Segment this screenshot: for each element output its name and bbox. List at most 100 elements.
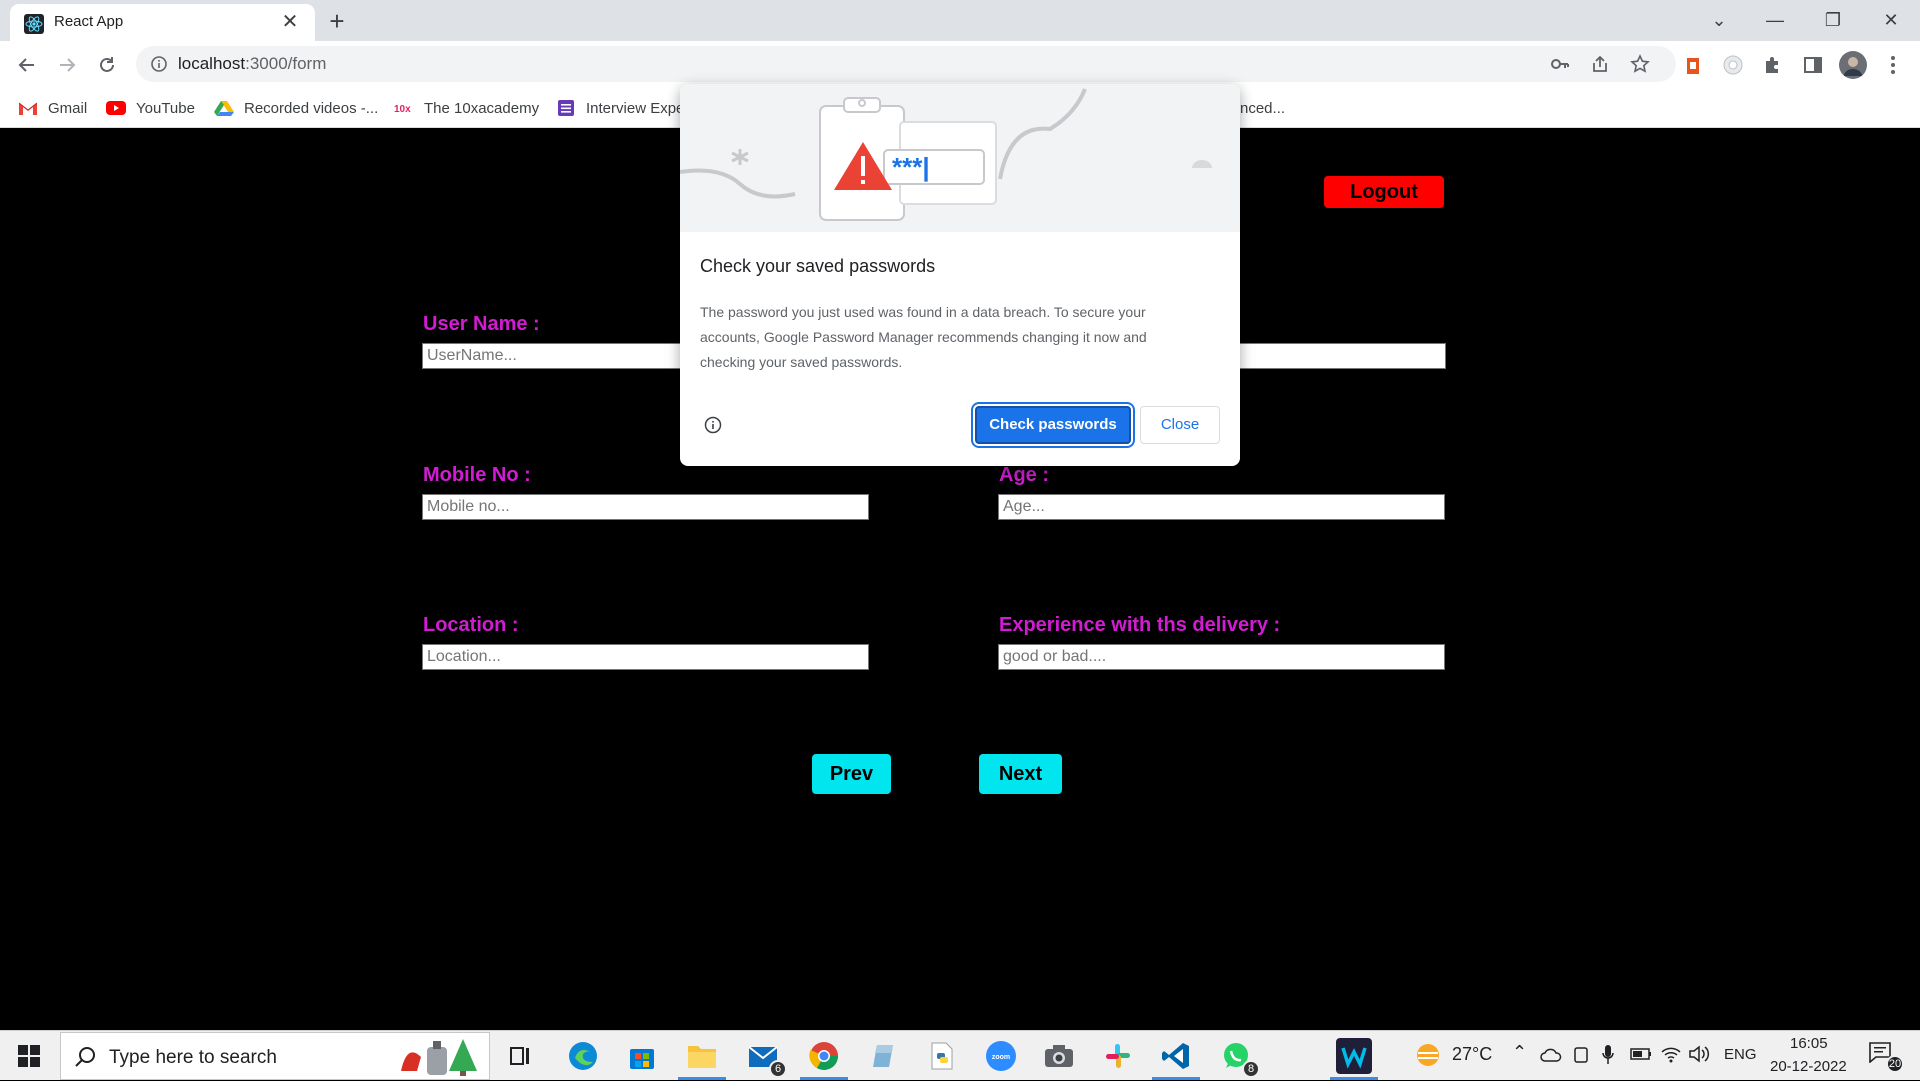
more-vert-icon xyxy=(1891,56,1895,74)
side-panel-button[interactable] xyxy=(1796,48,1830,82)
search-placeholder: Type here to search xyxy=(109,1047,277,1068)
bookmark-interview[interactable]: Interview Expe xyxy=(556,97,684,119)
extension-grey-button[interactable] xyxy=(1716,48,1750,82)
bookmark-label: Recorded videos -... xyxy=(244,99,379,117)
battery-icon[interactable] xyxy=(1630,1047,1652,1061)
clock-time[interactable]: 16:05 xyxy=(1790,1035,1828,1052)
profile-button[interactable] xyxy=(1836,48,1870,82)
python-file-button[interactable] xyxy=(924,1038,960,1074)
python-file-icon xyxy=(931,1042,953,1070)
url-text: localhost:3000/form xyxy=(178,54,326,74)
task-view-button[interactable] xyxy=(502,1038,538,1074)
reload-button[interactable] xyxy=(90,48,124,82)
extension-grey-icon xyxy=(1723,55,1743,75)
volume-icon[interactable] xyxy=(1688,1044,1710,1064)
prev-button[interactable]: Prev xyxy=(812,754,891,794)
logout-button[interactable]: Logout xyxy=(1324,176,1444,208)
vscode-button[interactable] xyxy=(1152,1038,1200,1080)
next-button[interactable]: Next xyxy=(979,754,1062,794)
reload-icon xyxy=(100,57,114,72)
close-window-button[interactable]: ✕ xyxy=(1868,4,1914,36)
chevron-up-icon[interactable]: ⌃ xyxy=(1512,1042,1527,1063)
tab-search-icon[interactable]: ⌄ xyxy=(1696,4,1742,36)
mobile-input[interactable] xyxy=(422,494,869,520)
folder-icon xyxy=(688,1046,716,1068)
bookmark-label: Gmail xyxy=(48,99,88,117)
search-icon xyxy=(75,1047,95,1067)
new-tab-button[interactable]: + xyxy=(322,6,352,36)
site-info-icon[interactable] xyxy=(150,55,168,73)
camera-button[interactable] xyxy=(1041,1038,1077,1074)
extensions-button[interactable] xyxy=(1756,48,1790,82)
back-button[interactable] xyxy=(10,48,44,82)
browser-toolbar: localhost:3000/form xyxy=(0,41,1920,89)
store-icon xyxy=(630,1049,654,1069)
key-icon[interactable] xyxy=(1550,55,1570,73)
edge-button[interactable] xyxy=(565,1038,601,1074)
zoom-icon: zoom xyxy=(986,1041,1016,1071)
file-explorer-button[interactable] xyxy=(678,1038,726,1080)
temperature[interactable]: 27°C xyxy=(1452,1044,1492,1065)
info-icon[interactable] xyxy=(704,416,722,434)
chrome-icon xyxy=(809,1042,838,1070)
bookmark-gmail[interactable]: Gmail xyxy=(18,97,87,119)
bookmark-recorded-videos[interactable]: Recorded videos -... xyxy=(214,97,378,119)
notification-center-button[interactable]: 20 xyxy=(1868,1041,1904,1073)
zoom-button[interactable]: zoom xyxy=(983,1038,1019,1074)
bookmark-label: nced... xyxy=(1240,99,1286,117)
chrome-button[interactable] xyxy=(800,1038,848,1080)
taskbar-search[interactable]: Type here to search xyxy=(60,1032,490,1080)
whatsapp-badge: 8 xyxy=(1242,1060,1260,1078)
forward-button[interactable] xyxy=(50,48,84,82)
webex-icon xyxy=(1341,1047,1367,1069)
bookmark-10xacademy[interactable]: 10x The 10xacademy xyxy=(394,97,539,119)
windows-icon xyxy=(18,1045,40,1067)
bookmark-advanced[interactable]: nced... xyxy=(1240,97,1285,119)
svg-text:10x: 10x xyxy=(394,104,411,115)
tab-strip: React App ✕ + ⌄ — ❐ ✕ xyxy=(0,0,1920,41)
bookmark-label: YouTube xyxy=(136,99,195,117)
whatsapp-button[interactable]: 8 xyxy=(1218,1038,1260,1078)
react-icon xyxy=(24,14,44,34)
language-indicator[interactable]: ENG xyxy=(1724,1046,1757,1063)
check-passwords-button[interactable]: Check passwords xyxy=(975,406,1131,444)
webex-button[interactable] xyxy=(1330,1038,1378,1080)
app-teal-button[interactable] xyxy=(864,1038,900,1074)
password-breach-dialog: ***| Check your saved passwords The pass… xyxy=(680,84,1240,466)
masked-password-text: ***| xyxy=(892,152,930,182)
slack-icon xyxy=(1106,1044,1130,1068)
onedrive-icon[interactable] xyxy=(1540,1047,1562,1063)
address-bar[interactable]: localhost:3000/form xyxy=(136,46,1676,82)
notification-badge: 20 xyxy=(1886,1055,1904,1073)
notepad-icon xyxy=(873,1045,893,1067)
start-button[interactable] xyxy=(0,1031,58,1081)
mail-button[interactable]: 6 xyxy=(745,1038,787,1078)
store-button[interactable] xyxy=(624,1038,660,1074)
close-dialog-button[interactable]: Close xyxy=(1140,406,1220,444)
menu-button[interactable] xyxy=(1876,48,1910,82)
minimize-button[interactable]: — xyxy=(1752,4,1798,36)
tab-close-icon[interactable]: ✕ xyxy=(278,10,302,34)
arrow-right-icon xyxy=(60,58,76,72)
location-label: Location : xyxy=(423,614,519,636)
wifi-icon[interactable] xyxy=(1660,1044,1682,1064)
extension-red-button[interactable] xyxy=(1676,48,1710,82)
avatar xyxy=(1839,51,1867,79)
bookmark-youtube[interactable]: YouTube xyxy=(106,97,195,119)
slack-button[interactable] xyxy=(1100,1038,1136,1074)
10x-icon: 10x xyxy=(394,104,411,115)
age-input[interactable] xyxy=(998,494,1445,520)
meet-icon[interactable] xyxy=(1573,1045,1589,1065)
bookmark-star-icon[interactable] xyxy=(1630,54,1650,74)
experience-input[interactable] xyxy=(998,644,1445,670)
microphone-icon[interactable] xyxy=(1601,1043,1615,1067)
location-input[interactable] xyxy=(422,644,869,670)
restore-button[interactable]: ❐ xyxy=(1810,4,1856,36)
edge-icon xyxy=(569,1042,597,1070)
tab-react-app[interactable]: React App ✕ xyxy=(10,4,315,41)
bookmark-label: The 10xacademy xyxy=(424,99,540,117)
share-icon[interactable] xyxy=(1590,54,1610,74)
task-view-icon xyxy=(510,1047,529,1065)
url-path: :3000/form xyxy=(245,54,327,73)
clock-date[interactable]: 20-12-2022 xyxy=(1770,1058,1847,1075)
